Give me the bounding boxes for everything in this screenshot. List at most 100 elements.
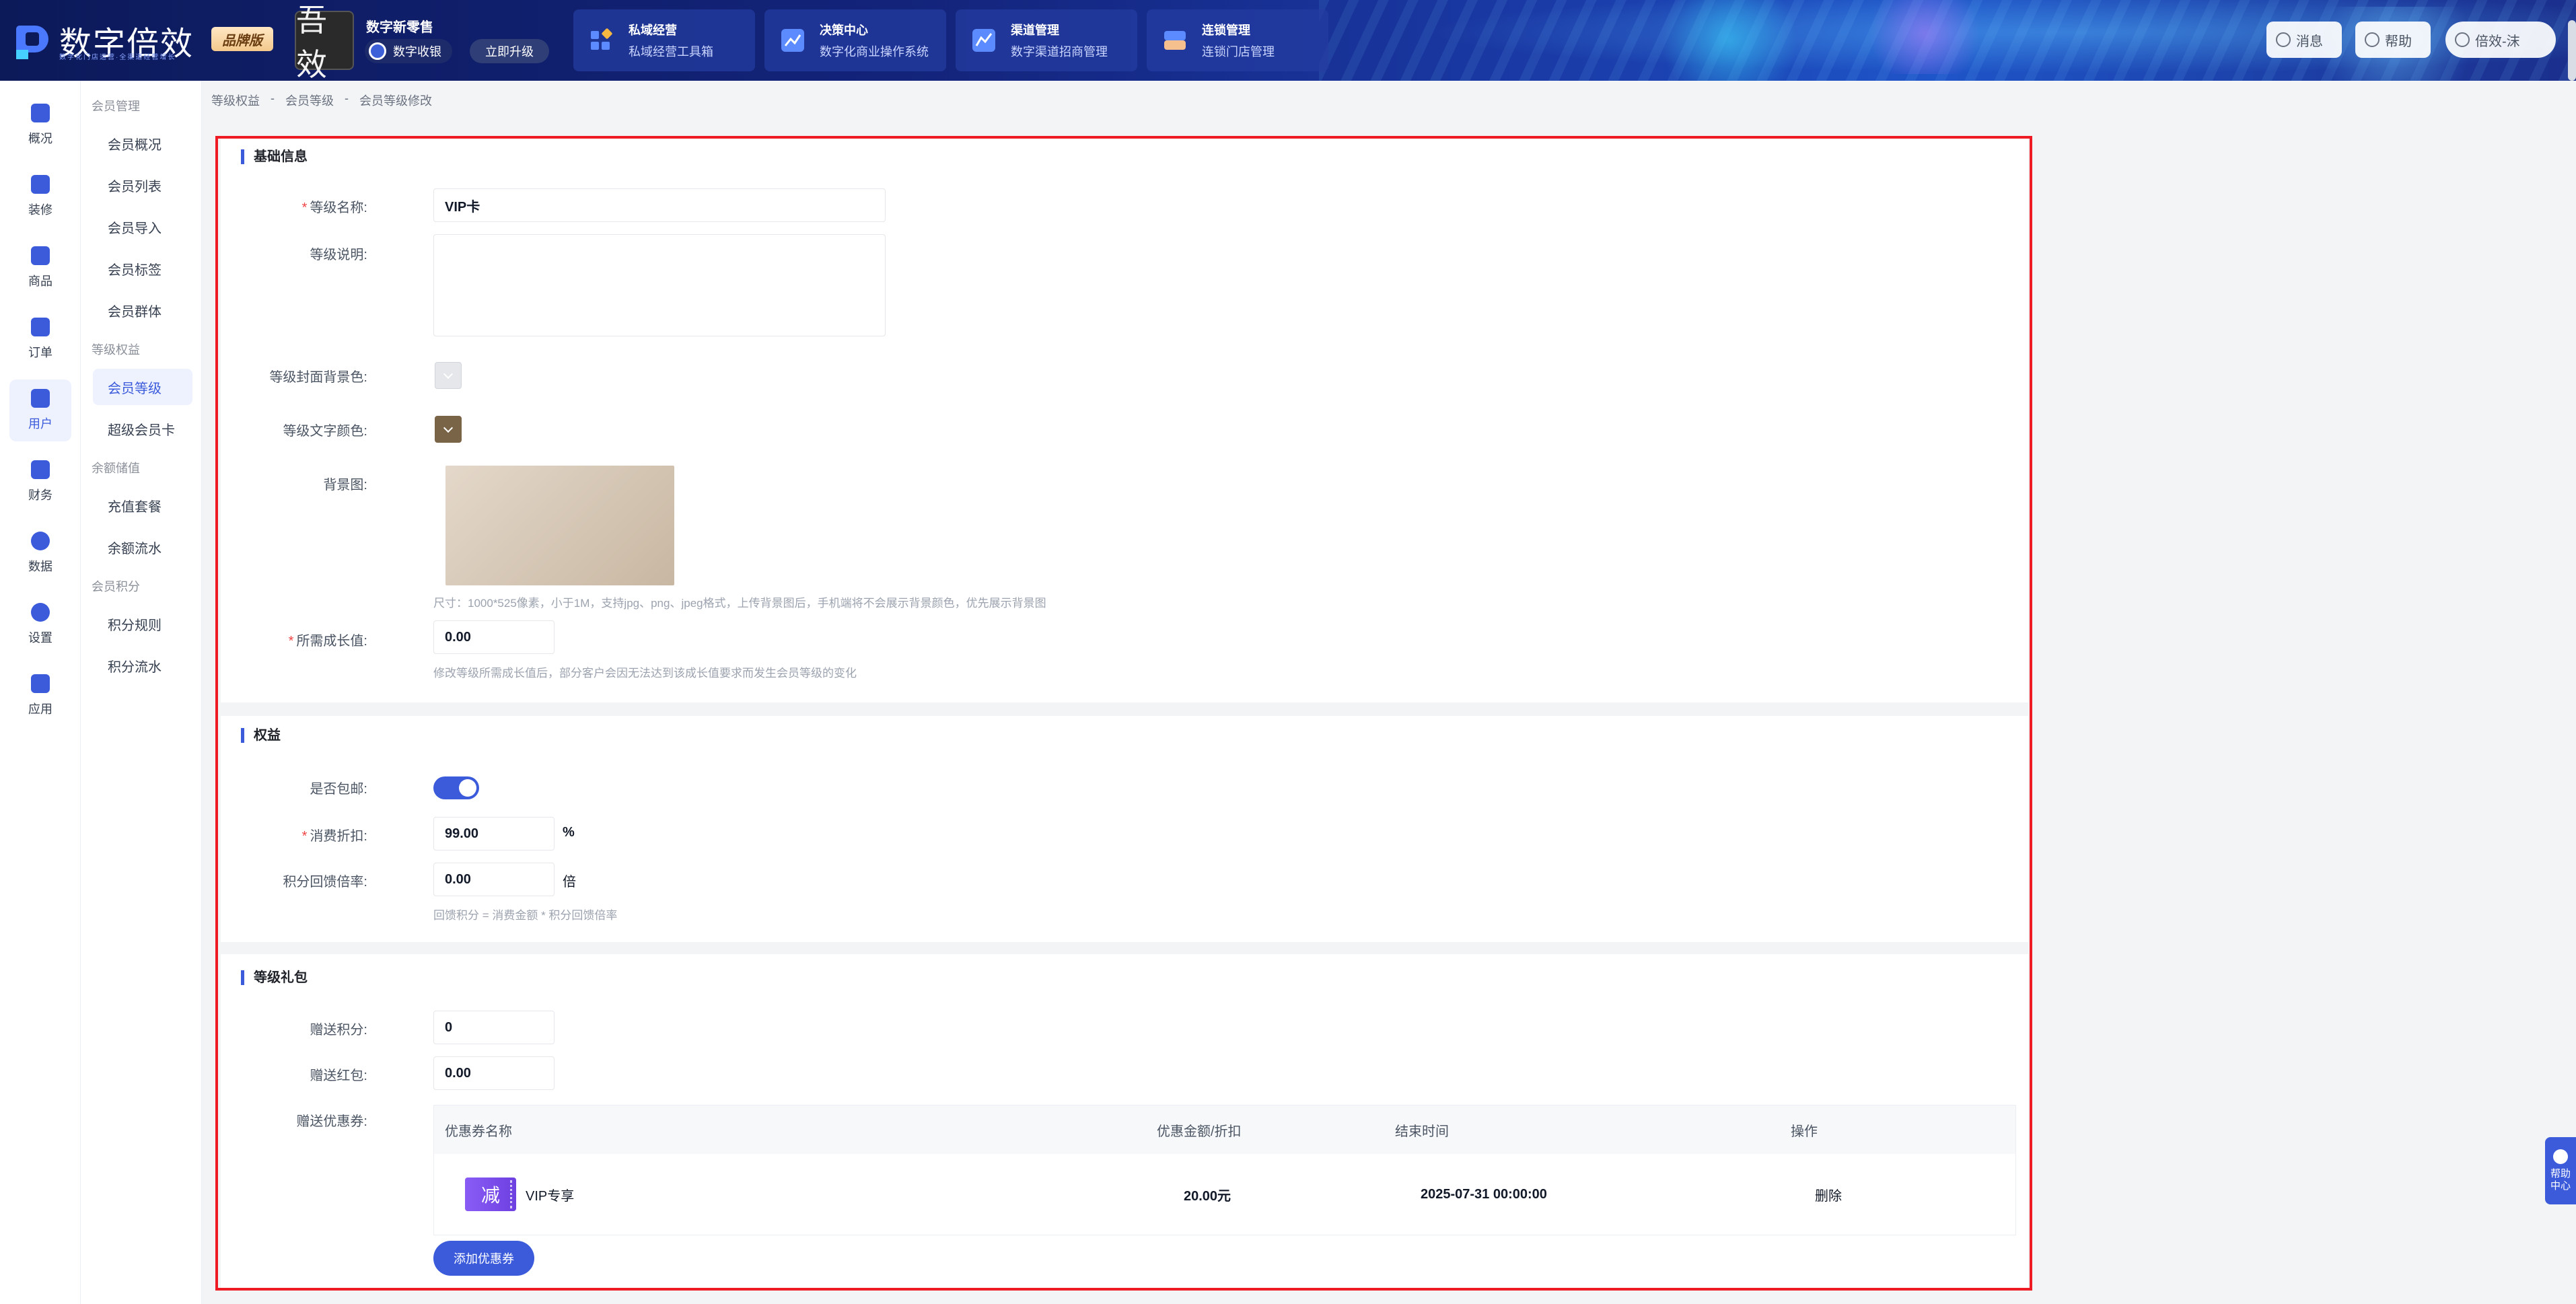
- growth-value-label: * 所需成长值:: [288, 634, 367, 649]
- growth-value-input[interactable]: 0.00: [433, 620, 554, 654]
- order-icon: [31, 318, 50, 336]
- nav-card-chain-management[interactable]: 连锁管理 连锁门店管理: [1147, 9, 1328, 71]
- nav-card-title: 私域经营: [629, 24, 677, 37]
- header-scrollbar[interactable]: [2568, 20, 2576, 81]
- chat-help-icon: [2553, 1149, 2568, 1164]
- free-shipping-toggle[interactable]: [433, 776, 479, 799]
- user-menu[interactable]: 倍效-沫: [2445, 22, 2556, 58]
- overview-icon: [31, 104, 50, 122]
- rail-label: 概况: [28, 132, 52, 145]
- rail-item-products[interactable]: 商品: [9, 237, 71, 299]
- points-rate-label: 积分回馈倍率:: [283, 875, 367, 890]
- rail-item-finance[interactable]: 财务: [9, 451, 71, 513]
- submenu-item-member-groups[interactable]: 会员群体: [93, 292, 192, 328]
- product-icon: [31, 246, 50, 265]
- delete-coupon-link[interactable]: 删除: [1815, 1154, 1842, 1235]
- nav-card-decision-center[interactable]: 决策中心 数字化商业操作系统: [764, 9, 946, 71]
- coupon-end-time: 2025-07-31 00:00:00: [1421, 1186, 1547, 1202]
- nav-card-channel-management[interactable]: 渠道管理 数字渠道招商管理: [956, 9, 1137, 71]
- rail-item-users[interactable]: 用户: [9, 379, 71, 441]
- rail-item-decoration[interactable]: 装修: [9, 166, 71, 227]
- section-title: 权益: [241, 728, 281, 743]
- background-image-upload[interactable]: [445, 466, 674, 585]
- breadcrumb-separator: -: [345, 92, 349, 105]
- rail-label: 用户: [28, 417, 52, 431]
- store-type-pill[interactable]: 数字收银: [365, 39, 452, 63]
- discount-input[interactable]: 99.00: [433, 817, 554, 850]
- edition-badge: 品牌版: [211, 27, 273, 51]
- upgrade-button[interactable]: 立即升级: [470, 39, 549, 63]
- store-type-label: 数字收银: [393, 45, 441, 59]
- breadcrumb-member-levels[interactable]: 会员等级: [285, 92, 334, 109]
- help-center-float[interactable]: 帮助中心: [2545, 1137, 2576, 1204]
- column-header-end-time: 结束时间: [1395, 1124, 1449, 1139]
- rail-item-data[interactable]: 数据: [9, 522, 71, 584]
- rail-label: 设置: [28, 631, 52, 645]
- level-name-input[interactable]: VIP卡: [433, 188, 886, 222]
- coupon-table-header: 优惠券名称 优惠金额/折扣 结束时间 操作: [434, 1106, 2015, 1154]
- text-color-label: 等级文字颜色:: [283, 424, 367, 439]
- logo-icon: [16, 20, 57, 61]
- column-header-amount: 优惠金额/折扣: [1157, 1124, 1242, 1139]
- chart-trend-icon: [779, 27, 806, 54]
- brand-slogan: 数字化门店运营·全渠道经营增长: [59, 54, 176, 61]
- submenu-item-points-flow[interactable]: 积分流水: [93, 647, 192, 684]
- table-row: 减 VIP专享 20.00元 2025-07-31 00:00:00 删除: [434, 1154, 2015, 1235]
- rail-item-apps[interactable]: 应用: [9, 665, 71, 727]
- pie-chart-icon: [31, 532, 50, 550]
- section-title: 等级礼包: [241, 970, 308, 985]
- user-name: 倍效-沫: [2475, 34, 2520, 49]
- question-icon: [2365, 32, 2380, 47]
- store-icon: [1161, 27, 1188, 54]
- rail-item-overview[interactable]: 概况: [9, 94, 71, 156]
- primary-sidebar: 概况 装修 商品 订单 用户 财务 数据 设置 应用: [0, 81, 81, 1304]
- submenu-group-member-management: 会员管理: [92, 100, 140, 113]
- section-level-gift: 等级礼包 赠送积分: 0 赠送红包: 0.00 赠送优惠券: 优惠券名称 优惠金…: [221, 954, 2028, 1291]
- rail-item-orders[interactable]: 订单: [9, 308, 71, 370]
- column-header-name: 优惠券名称: [445, 1124, 512, 1139]
- chevron-down-icon: [443, 423, 454, 433]
- level-description-textarea[interactable]: [433, 234, 886, 336]
- points-rate-input[interactable]: 0.00: [433, 863, 554, 896]
- gift-redpack-label: 赠送红包:: [310, 1068, 367, 1083]
- submenu-item-member-overview[interactable]: 会员概况: [93, 125, 192, 161]
- breadcrumb-level-rights[interactable]: 等级权益: [211, 92, 260, 109]
- brush-icon: [31, 175, 50, 194]
- nav-card-title: 渠道管理: [1011, 24, 1059, 37]
- gift-points-input[interactable]: 0: [433, 1011, 554, 1044]
- messages-button[interactable]: 消息: [2266, 22, 2342, 58]
- gear-icon: [31, 603, 50, 622]
- column-header-action: 操作: [1791, 1124, 1818, 1139]
- submenu-group-points: 会员积分: [92, 580, 140, 593]
- finance-icon: [31, 460, 50, 479]
- submenu-item-balance-flow[interactable]: 余额流水: [93, 529, 192, 565]
- coupon-name-cell: 减 VIP专享: [465, 1154, 574, 1235]
- level-description-label: 等级说明:: [310, 248, 367, 262]
- free-shipping-label: 是否包邮:: [310, 782, 367, 797]
- nav-card-subtitle: 私域经营工具箱: [629, 45, 713, 59]
- text-color-picker[interactable]: [435, 416, 462, 443]
- grid-apps-icon: [588, 27, 615, 54]
- rail-label: 应用: [28, 702, 52, 716]
- background-image-hint: 尺寸：1000*525像素，小于1M，支持jpg、png、jpeg格式，上传背景…: [433, 597, 1046, 610]
- gift-redpack-input[interactable]: 0.00: [433, 1056, 554, 1090]
- breadcrumb-separator: -: [271, 92, 275, 105]
- add-coupon-button[interactable]: 添加优惠券: [433, 1241, 534, 1276]
- store-avatar[interactable]: 吾效: [295, 2, 354, 81]
- coupon-name: VIP专享: [526, 1188, 575, 1204]
- background-image-label: 背景图:: [323, 478, 367, 493]
- submenu-group-level-rights: 等级权益: [92, 343, 140, 357]
- breadcrumb: 等级权益 - 会员等级 - 会员等级修改: [211, 92, 432, 109]
- cover-bg-color-picker[interactable]: [435, 362, 462, 389]
- rail-item-settings[interactable]: 设置: [9, 593, 71, 655]
- top-bar: 数字倍效 数字化门店运营·全渠道经营增长 品牌版 吾效 数字新零售 数字收银 立…: [0, 0, 2576, 81]
- store-name: 数字新零售: [366, 20, 433, 35]
- help-button[interactable]: 帮助: [2355, 22, 2431, 58]
- gift-points-label: 赠送积分:: [310, 1023, 367, 1038]
- apps-icon: [31, 674, 50, 693]
- breadcrumb-current: 会员等级修改: [359, 94, 432, 108]
- nav-card-private-domain[interactable]: 私域经营私域经营工具箱: [573, 9, 755, 71]
- chevron-down-icon: [443, 369, 454, 379]
- discount-label: * 消费折扣:: [301, 829, 367, 844]
- rail-label: 财务: [28, 488, 52, 502]
